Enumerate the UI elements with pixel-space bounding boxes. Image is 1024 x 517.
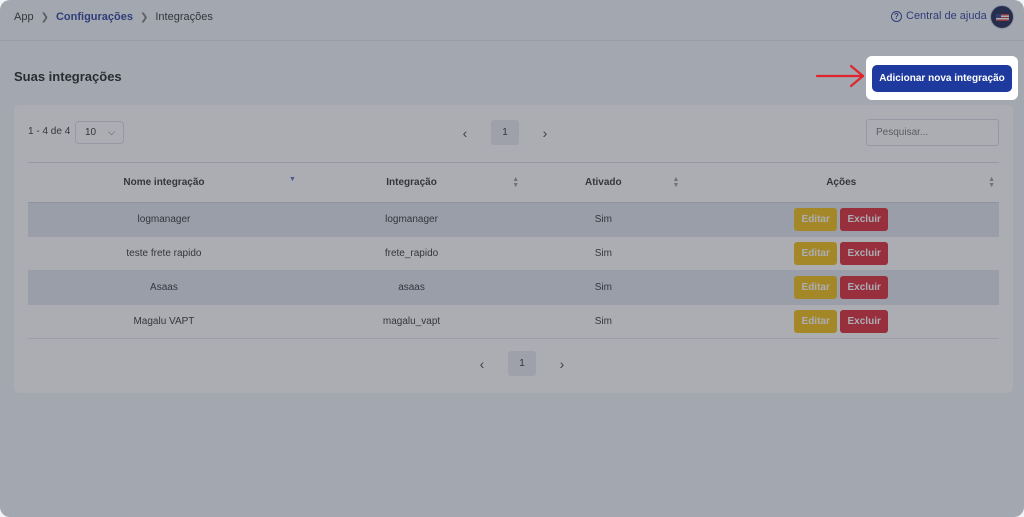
column-header-actions[interactable]: Ações ▲ ▼ — [683, 162, 999, 203]
help-center-label: Central de ajuda — [906, 10, 987, 22]
integrations-table: Nome integração ▼ Integração ▲ ▼ Ativado … — [28, 162, 999, 339]
cell-actions: Editar Excluir — [683, 305, 999, 339]
header-divider — [0, 40, 1024, 41]
cell-integration: magalu_vapt — [382, 316, 441, 327]
table-row: logmanager logmanager Sim Editar Excluir — [28, 202, 999, 237]
cell-integration: frete_rapido — [384, 248, 439, 259]
results-count: 1 - 4 de 4 — [28, 126, 71, 137]
cell-active: Sim — [523, 202, 684, 237]
avatar[interactable] — [990, 5, 1014, 29]
cell-actions: Editar Excluir — [683, 202, 999, 237]
pagination-bottom: ‹ 1 › — [472, 351, 572, 376]
pagination-top: ‹ 1 › — [455, 120, 555, 145]
top-bar: App ❯ Configurações ❯ Integrações — [0, 0, 1024, 34]
per-page-select[interactable]: 10 ⌵ — [75, 121, 124, 144]
sort-icon: ▲ ▼ — [988, 176, 995, 189]
chevron-left-icon[interactable]: ‹ — [455, 125, 475, 141]
table-header-row: Nome integração ▼ Integração ▲ ▼ Ativado … — [28, 162, 999, 203]
page-number[interactable]: 1 — [491, 120, 519, 145]
column-header-name[interactable]: Nome integração ▼ — [28, 162, 300, 203]
page-title: Suas integrações — [14, 69, 122, 84]
cell-name: Magalu VAPT — [133, 316, 195, 327]
edit-button[interactable]: Editar — [794, 208, 838, 231]
sort-icon: ▲ ▼ — [512, 176, 520, 189]
edit-button[interactable]: Editar — [794, 276, 838, 299]
delete-button[interactable]: Excluir — [840, 208, 889, 231]
cell-active: Sim — [594, 316, 612, 327]
cell-active: Sim — [594, 248, 612, 259]
sort-desc-icon: ▼ — [288, 176, 296, 183]
column-header-integration[interactable]: Integração ▲ ▼ — [299, 162, 524, 203]
app-frame: App ❯ Configurações ❯ Integrações ? Cent… — [0, 0, 1024, 517]
edit-button[interactable]: Editar — [794, 310, 838, 333]
cell-actions: Editar Excluir — [683, 270, 999, 305]
breadcrumb-configuracoes[interactable]: Configurações — [56, 11, 133, 23]
add-integration-button[interactable]: Adicionar nova integração — [872, 64, 1012, 92]
chevron-left-icon[interactable]: ‹ — [472, 356, 492, 372]
cell-name: Asaas — [28, 270, 300, 305]
arrow-right-icon — [815, 64, 865, 88]
per-page-value: 10 — [85, 127, 97, 138]
column-header-label: Integração — [386, 177, 437, 188]
chevron-down-icon: ⌵ — [108, 127, 115, 137]
cell-integration: asaas — [299, 270, 524, 305]
cell-name: logmanager — [28, 202, 300, 237]
chevron-right-icon: ❯ — [40, 11, 49, 23]
table-row: Asaas asaas Sim Editar Excluir — [28, 270, 999, 305]
flag-icon — [996, 14, 1009, 21]
chevron-right-icon[interactable]: › — [552, 356, 572, 372]
help-icon: ? — [891, 10, 902, 22]
cell-actions: Editar Excluir — [683, 237, 999, 271]
cell-active: Sim — [523, 270, 684, 305]
search-input[interactable] — [866, 119, 999, 146]
column-header-label: Ações — [826, 177, 857, 188]
breadcrumb: App ❯ Configurações ❯ Integrações — [14, 11, 213, 23]
page-number[interactable]: 1 — [508, 351, 536, 376]
sort-icon: ▲ ▼ — [672, 176, 680, 189]
delete-button[interactable]: Excluir — [840, 276, 889, 299]
help-center-link[interactable]: ? Central de ajuda — [891, 10, 987, 22]
chevron-right-icon: ❯ — [139, 11, 149, 23]
highlight-frame: Adicionar nova integração — [866, 56, 1018, 100]
cell-integration: logmanager — [299, 202, 524, 237]
breadcrumb-integracoes: Integrações — [155, 11, 213, 23]
column-header-active[interactable]: Ativado ▲ ▼ — [523, 162, 684, 203]
table-row: teste frete rapido frete_rapido Sim Edit… — [28, 237, 999, 271]
delete-button[interactable]: Excluir — [840, 310, 889, 333]
column-header-label: Ativado — [584, 177, 622, 188]
edit-button[interactable]: Editar — [794, 242, 838, 265]
table-row: Magalu VAPT magalu_vapt Sim Editar Exclu… — [28, 305, 999, 339]
integrations-card: 1 - 4 de 4 10 ⌵ ‹ 1 › Nome integração ▼ … — [14, 105, 1013, 393]
cell-name: teste frete rapido — [126, 248, 202, 259]
breadcrumb-app[interactable]: App — [14, 11, 34, 23]
delete-button[interactable]: Excluir — [840, 242, 889, 265]
column-header-label: Nome integração — [123, 177, 205, 188]
chevron-right-icon[interactable]: › — [535, 125, 555, 141]
